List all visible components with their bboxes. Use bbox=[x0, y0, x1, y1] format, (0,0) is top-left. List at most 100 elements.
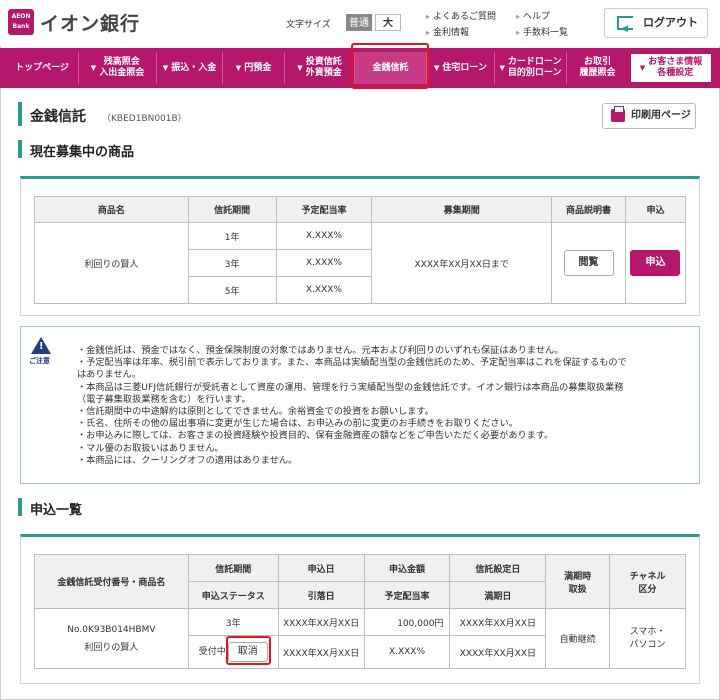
products-panel: 商品名 信託期間 予定配当率 募集期間 商品説明書 申込 利回りの賢人 1年 X… bbox=[20, 176, 700, 316]
nav-housing-loan-label: 住宅ローン bbox=[442, 62, 487, 73]
col-prospectus: 商品説明書 bbox=[551, 196, 626, 223]
products-section-title: 現在募集中の商品 bbox=[30, 145, 135, 160]
page-code: （KBED1BN001B） bbox=[102, 114, 187, 124]
nav-history-label: お取引 履歴照会 bbox=[579, 57, 616, 78]
nav-top-label: トップページ bbox=[15, 62, 69, 73]
notice-line: ・氏名、住所その他の届出事項に変更が生じた場合は、お申込みの前に変更のお手続きを… bbox=[77, 418, 518, 430]
col-period: 信託期間 bbox=[187, 196, 277, 223]
font-normal-button[interactable]: 普通 bbox=[346, 14, 372, 31]
logout-label: ログアウト bbox=[643, 16, 698, 29]
view-button[interactable]: 閲覧 bbox=[563, 250, 614, 276]
id-name-cell: No.0K93B014HBMV 利回りの賢人 bbox=[34, 608, 189, 669]
status-text: 受付中 bbox=[198, 647, 226, 657]
application-id: No.0K93B014HBMV bbox=[67, 624, 156, 635]
table-row: 利回りの賢人 1年 X.XXX% XXXX年XX月XX日まで 閲覧 申込 bbox=[34, 222, 687, 304]
fees-link[interactable]: 手数料一覧 bbox=[516, 25, 568, 38]
table-row: No.0K93B014HBMV 利回りの賢人 3年 XXXX年XX月XX日 10… bbox=[34, 608, 686, 669]
amount-cell: 100,000円 bbox=[363, 608, 451, 636]
nav-investment-label: 投資信託 外貨預金 bbox=[305, 57, 342, 78]
applications-section-title: 申込一覧 bbox=[30, 503, 83, 518]
section-accent-bar bbox=[18, 140, 22, 158]
col-period: 信託期間 bbox=[187, 554, 279, 582]
notice-line: ・お申込みに際しては、お客さまの投資経験や投資目的、保有金融資産の額などをご申告… bbox=[77, 430, 554, 442]
apply-date-cell: XXXX年XX月XX日 bbox=[277, 608, 365, 636]
nav-housing-loan[interactable]: ▼ 住宅ローン bbox=[426, 52, 494, 84]
print-label: 印刷用ページ bbox=[631, 110, 691, 121]
notice-panel: ご注意 ・金銭信託は、預金ではなく、預金保険制度の対象ではありません。元本および… bbox=[20, 326, 700, 484]
nav-yen-deposit[interactable]: ▼ 円預金 bbox=[222, 52, 284, 84]
col-rate: 予定配当率 bbox=[363, 581, 451, 609]
header: AEON Bank イオン銀行 文字サイズ 普通 大 よくあるご質問 ヘルプ 金… bbox=[0, 0, 720, 46]
col-rate: 予定配当率 bbox=[275, 196, 373, 223]
prospectus-cell: 閲覧 bbox=[551, 222, 626, 304]
font-size-label: 文字サイズ bbox=[286, 20, 331, 30]
nav-card-loan[interactable]: ▼ カードローン 目的別ローン bbox=[494, 52, 566, 84]
col-setup-date: 信託設定日 bbox=[449, 554, 547, 582]
period-cell: 3年 bbox=[187, 249, 277, 277]
nav-balance[interactable]: ▼ 残高照会 入出金照会 bbox=[78, 52, 156, 84]
logout-button[interactable]: ログアウト bbox=[604, 8, 708, 43]
rates-link[interactable]: 金利情報 bbox=[426, 25, 469, 38]
notice-line: ・予定配当率は年率、税引前で表示しております。また、本商品は実績配当型の金銭信託… bbox=[77, 357, 627, 369]
notice-line: ・信託期間中の中途解約は原則としてできません。余裕資金での投資をお願いします。 bbox=[77, 406, 434, 418]
apply-button[interactable]: 申込 bbox=[630, 250, 681, 276]
col-recruit-period: 募集期間 bbox=[371, 196, 553, 223]
channel-cell: スマホ・ パソコン bbox=[609, 608, 686, 669]
recruit-period-cell: XXXX年XX月XX日まで bbox=[371, 222, 553, 304]
logo-text[interactable]: イオン銀行 bbox=[40, 9, 140, 36]
col-apply: 申込 bbox=[624, 196, 687, 223]
notice-line: （電子募集取扱業務を含む）を行います。 bbox=[77, 393, 251, 405]
nav-transfer[interactable]: ▼ 振込・入金 bbox=[156, 52, 222, 84]
applications-panel: 金銭信託受付番号・商品名 信託期間 申込日 申込金額 信託設定日 満期時 取扱 … bbox=[20, 534, 700, 684]
rate-cell: X.XXX% bbox=[275, 222, 373, 250]
nav-card-loan-label: カードローン 目的別ローン bbox=[507, 57, 562, 78]
maturity-handling-cell: 自動継続 bbox=[545, 608, 611, 669]
font-large-button[interactable]: 大 bbox=[375, 14, 401, 31]
nav-settings-label: お客さま情報 各種設定 bbox=[648, 57, 703, 78]
nav-investment[interactable]: ▼ 投資信託 外貨預金 bbox=[284, 52, 354, 84]
page-title: 金銭信託 bbox=[30, 109, 86, 125]
withdraw-date-cell: XXXX年XX月XX日 bbox=[277, 635, 365, 669]
product-name: 利回りの賢人 bbox=[34, 222, 189, 304]
rate-cell: X.XXX% bbox=[275, 276, 373, 304]
nav-transfer-label: 振込・入金 bbox=[171, 62, 217, 73]
applications-header-row: 金銭信託受付番号・商品名 信託期間 申込日 申込金額 信託設定日 満期時 取扱 … bbox=[34, 554, 686, 609]
col-maturity-handling: 満期時 取扱 bbox=[545, 554, 611, 609]
period-cell: 5年 bbox=[187, 276, 277, 304]
col-channel: チャネル 区分 bbox=[609, 554, 686, 609]
notice-label: ご注意 bbox=[29, 357, 50, 365]
nav-balance-label: 残高照会 入出金照会 bbox=[99, 57, 145, 78]
notice-line: ・本商品には、クーリングオフの適用はありません。 bbox=[77, 454, 298, 466]
products-header-row: 商品名 信託期間 予定配当率 募集期間 商品説明書 申込 bbox=[34, 196, 687, 223]
applications-table: 金銭信託受付番号・商品名 信託期間 申込日 申込金額 信託設定日 満期時 取扱 … bbox=[34, 554, 686, 669]
col-amount: 申込金額 bbox=[363, 554, 451, 582]
print-button[interactable]: 印刷用ページ bbox=[602, 103, 696, 129]
period-cell: 3年 bbox=[187, 608, 279, 636]
notice-line: ・本商品は三菱UFJ信託銀行が受託者として資産の運用、管理を行う実績配当型の金銭… bbox=[77, 381, 624, 393]
nav-settings[interactable]: ▼ お客さま情報 各種設定 bbox=[630, 53, 712, 83]
logo-small-text: AEON Bank bbox=[11, 13, 31, 30]
notice-text: ・金銭信託は、預金ではなく、預金保険制度の対象ではありません。元本および利回りの… bbox=[77, 345, 693, 467]
rate-cell: X.XXX% bbox=[275, 249, 373, 277]
nav-top[interactable]: トップページ bbox=[6, 52, 78, 84]
faq-link[interactable]: よくあるご質問 bbox=[426, 9, 496, 22]
col-id-name: 金銭信託受付番号・商品名 bbox=[34, 554, 189, 609]
notice-line: ・マル優のお取扱いはありません。 bbox=[77, 442, 224, 454]
printer-icon bbox=[611, 106, 625, 122]
notice-line: はありません。 bbox=[77, 369, 142, 381]
nav-yen-deposit-label: 円預金 bbox=[244, 62, 272, 73]
maturity-date-cell: XXXX年XX月XX日 bbox=[449, 635, 547, 669]
apply-cell: 申込 bbox=[624, 222, 687, 304]
products-table: 商品名 信託期間 予定配当率 募集期間 商品説明書 申込 利回りの賢人 1年 X… bbox=[34, 196, 687, 304]
cancel-highlight-frame bbox=[226, 636, 271, 665]
help-link[interactable]: ヘルプ bbox=[516, 9, 550, 22]
col-apply-date: 申込日 bbox=[277, 554, 365, 582]
period-cell: 1年 bbox=[187, 222, 277, 250]
notice-line: ・金銭信託は、預金ではなく、預金保険制度の対象ではありません。元本および利回りの… bbox=[77, 345, 564, 356]
col-status: 申込ステータス bbox=[187, 581, 279, 609]
section-accent-bar bbox=[18, 498, 22, 516]
aeon-logo-icon[interactable]: AEON Bank bbox=[8, 9, 34, 35]
title-accent-bar bbox=[18, 102, 22, 126]
col-product-name: 商品名 bbox=[34, 196, 189, 223]
nav-history[interactable]: お取引 履歴照会 bbox=[566, 52, 628, 84]
